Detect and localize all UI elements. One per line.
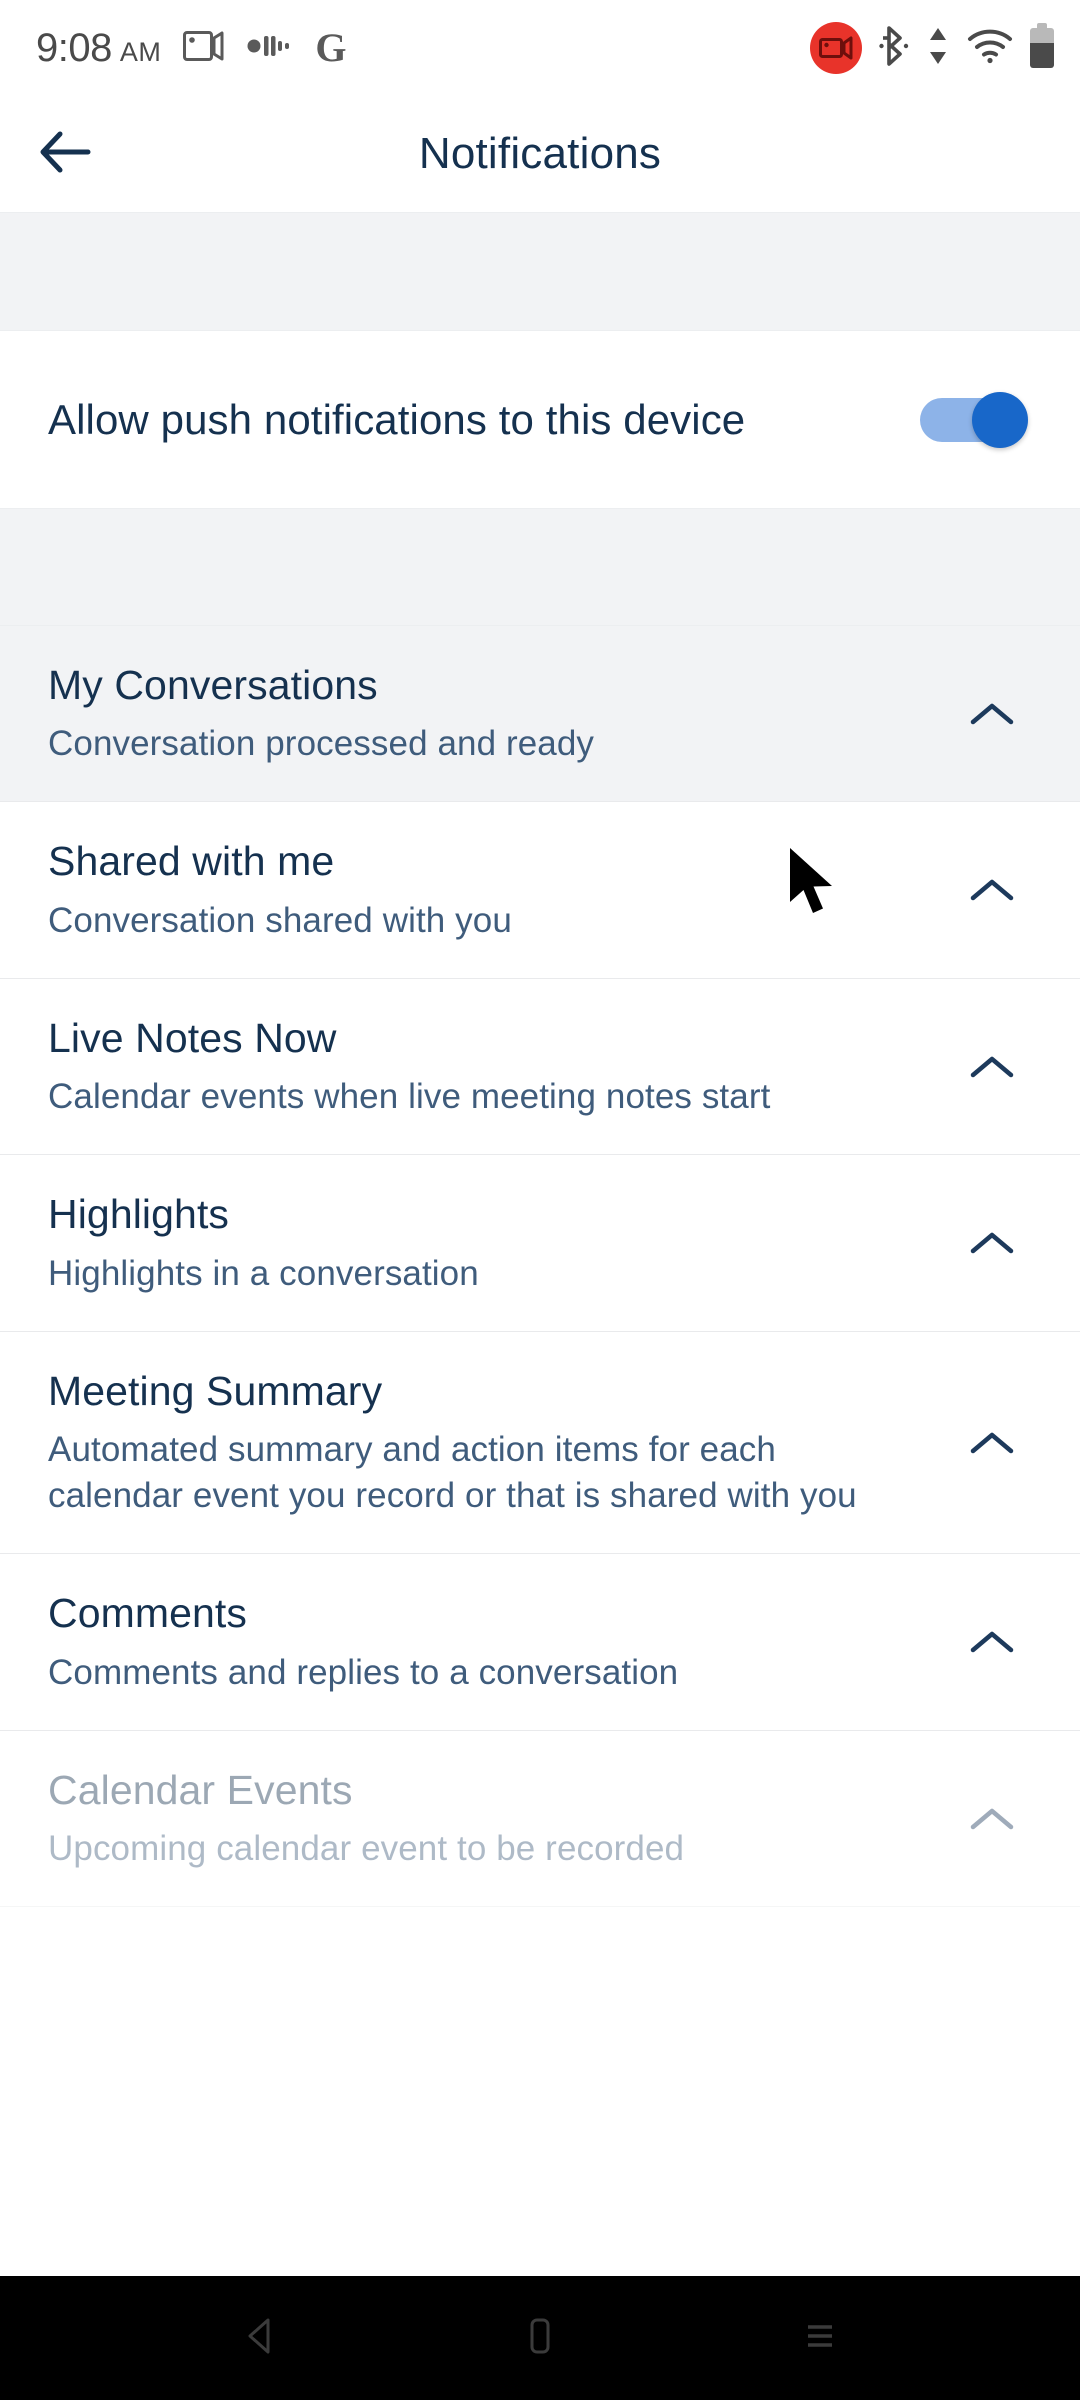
phone-screen: 9:08 AM G Notifications Allow push notif… [0, 0, 1080, 2400]
section-spacer-top [0, 212, 1080, 331]
back-arrow-icon [38, 129, 92, 180]
bluetooth-icon [879, 25, 909, 72]
row-texts: Comments Comments and replies to a conve… [48, 1554, 678, 1729]
data-transfer-icon [926, 26, 950, 71]
allow-push-notifications-row[interactable]: Allow push notifications to this device [0, 331, 1080, 508]
voice-wave-icon [247, 33, 293, 64]
battery-icon [1030, 23, 1054, 68]
row-subtitle: Automated summary and action items for e… [48, 1430, 857, 1516]
row-title: My Conversations [48, 662, 378, 708]
notification-categories-list: My Conversations Conversation processed … [0, 626, 1080, 1908]
row-subtitle: Calendar events when live meeting notes … [48, 1077, 771, 1117]
status-ampm: AM [119, 36, 162, 67]
nav-home-icon [518, 2314, 562, 2363]
nav-home-button[interactable] [475, 2276, 605, 2400]
notification-category-row[interactable]: Live Notes Now Calendar events when live… [0, 978, 1080, 1156]
row-title: Meeting Summary [48, 1367, 383, 1414]
chevron-up-icon[interactable] [964, 1614, 1020, 1670]
row-texts: Highlights Highlights in a conversation [48, 1155, 479, 1330]
row-texts: Shared with me Conversation shared with … [48, 802, 512, 977]
chevron-up-icon[interactable] [964, 686, 1020, 742]
row-title: Live Notes Now [48, 1014, 337, 1061]
notification-category-row[interactable]: Shared with me Conversation shared with … [0, 802, 1080, 979]
nav-recents-button[interactable] [755, 2276, 885, 2400]
app-bar: Notifications [0, 96, 1080, 212]
row-subtitle: Conversation processed and ready [48, 724, 595, 764]
screen-record-badge-icon [810, 22, 862, 74]
status-time: 9:08 [36, 25, 112, 70]
chevron-up-icon[interactable] [964, 862, 1020, 918]
row-subtitle: Conversation shared with you [48, 900, 512, 940]
row-title: Shared with me [48, 838, 335, 885]
row-subtitle: Comments and replies to a conversation [48, 1652, 679, 1692]
chevron-up-icon[interactable] [964, 1039, 1020, 1095]
allow-push-notifications-toggle[interactable] [920, 391, 1028, 448]
status-clock: 9:08 AM [36, 26, 161, 71]
notification-category-row[interactable]: Comments Comments and replies to a conve… [0, 1554, 1080, 1731]
row-subtitle: Highlights in a conversation [48, 1253, 479, 1293]
page-title: Notifications [418, 129, 662, 178]
row-texts: My Conversations Conversation processed … [48, 626, 594, 801]
allow-push-notifications-label: Allow push notifications to this device [48, 395, 746, 443]
row-title: Comments [48, 1590, 248, 1637]
status-bar-right [810, 22, 1054, 74]
row-subtitle: Upcoming calendar event to be recorded [48, 1829, 685, 1869]
row-texts: Live Notes Now Calendar events when live… [48, 979, 770, 1154]
notification-category-row[interactable]: Calendar Events Upcoming calendar event … [0, 1730, 1080, 1908]
status-bar: 9:08 AM G [0, 0, 1080, 96]
chevron-up-icon[interactable] [964, 1791, 1020, 1847]
nav-back-icon [238, 2314, 282, 2363]
section-spacer-mid [0, 508, 1080, 626]
scroll-fade-overlay [0, 2166, 1080, 2276]
chevron-up-icon[interactable] [964, 1415, 1020, 1471]
android-nav-bar [0, 2276, 1080, 2400]
row-title: Highlights [48, 1191, 230, 1238]
back-button[interactable] [10, 99, 120, 209]
notification-category-row[interactable]: Meeting Summary Automated summary and ac… [0, 1331, 1080, 1555]
notification-category-row[interactable]: Highlights Highlights in a conversation [0, 1155, 1080, 1332]
row-texts: Calendar Events Upcoming calendar event … [48, 1731, 684, 1906]
row-title: Calendar Events [48, 1766, 353, 1813]
nav-recents-icon [798, 2314, 842, 2363]
notification-category-row[interactable]: My Conversations Conversation processed … [0, 626, 1080, 803]
nav-back-button[interactable] [195, 2276, 325, 2400]
settings-scroll-area[interactable]: Allow push notifications to this device … [0, 212, 1080, 2276]
status-bar-left: 9:08 AM G [36, 26, 346, 71]
wifi-icon [967, 28, 1013, 69]
google-icon: G [315, 25, 347, 70]
screen-record-icon [183, 29, 225, 68]
row-texts: Meeting Summary Automated summary and ac… [48, 1332, 878, 1554]
toggle-thumb [972, 391, 1028, 448]
chevron-up-icon[interactable] [964, 1215, 1020, 1271]
